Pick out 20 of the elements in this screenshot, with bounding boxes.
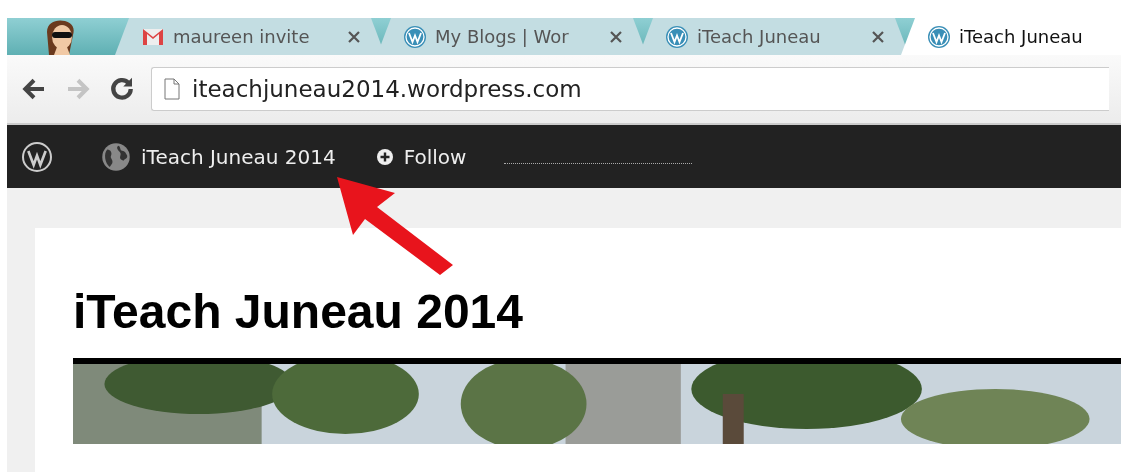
wordpress-icon[interactable] <box>21 140 53 173</box>
page-icon <box>164 78 180 100</box>
page-title: iTeach Juneau 2014 <box>73 288 524 336</box>
tab-title: maureen invite <box>173 25 311 49</box>
globe-icon <box>101 141 131 172</box>
plus-icon <box>375 147 394 166</box>
address-bar[interactable]: iteachjuneau2014.wordpress.com <box>151 67 1109 111</box>
wordpress-icon <box>927 24 951 49</box>
wordpress-icon <box>403 24 427 49</box>
tab-title: iTeach Juneau <box>697 25 822 49</box>
close-icon[interactable] <box>871 29 885 44</box>
tab-title: iTeach Juneau <box>959 25 1084 49</box>
url-text: iteachjuneau2014.wordpress.com <box>192 74 582 104</box>
tab-title: My Blogs | Wor <box>435 25 570 49</box>
wordpress-icon <box>665 24 689 49</box>
close-icon[interactable] <box>609 29 623 44</box>
follow-link[interactable]: Follow <box>375 141 467 172</box>
site-link[interactable]: iTeach Juneau 2014 <box>101 141 336 172</box>
browser-tab[interactable]: iTeach Juneau <box>901 18 1121 55</box>
close-icon[interactable] <box>347 29 361 44</box>
